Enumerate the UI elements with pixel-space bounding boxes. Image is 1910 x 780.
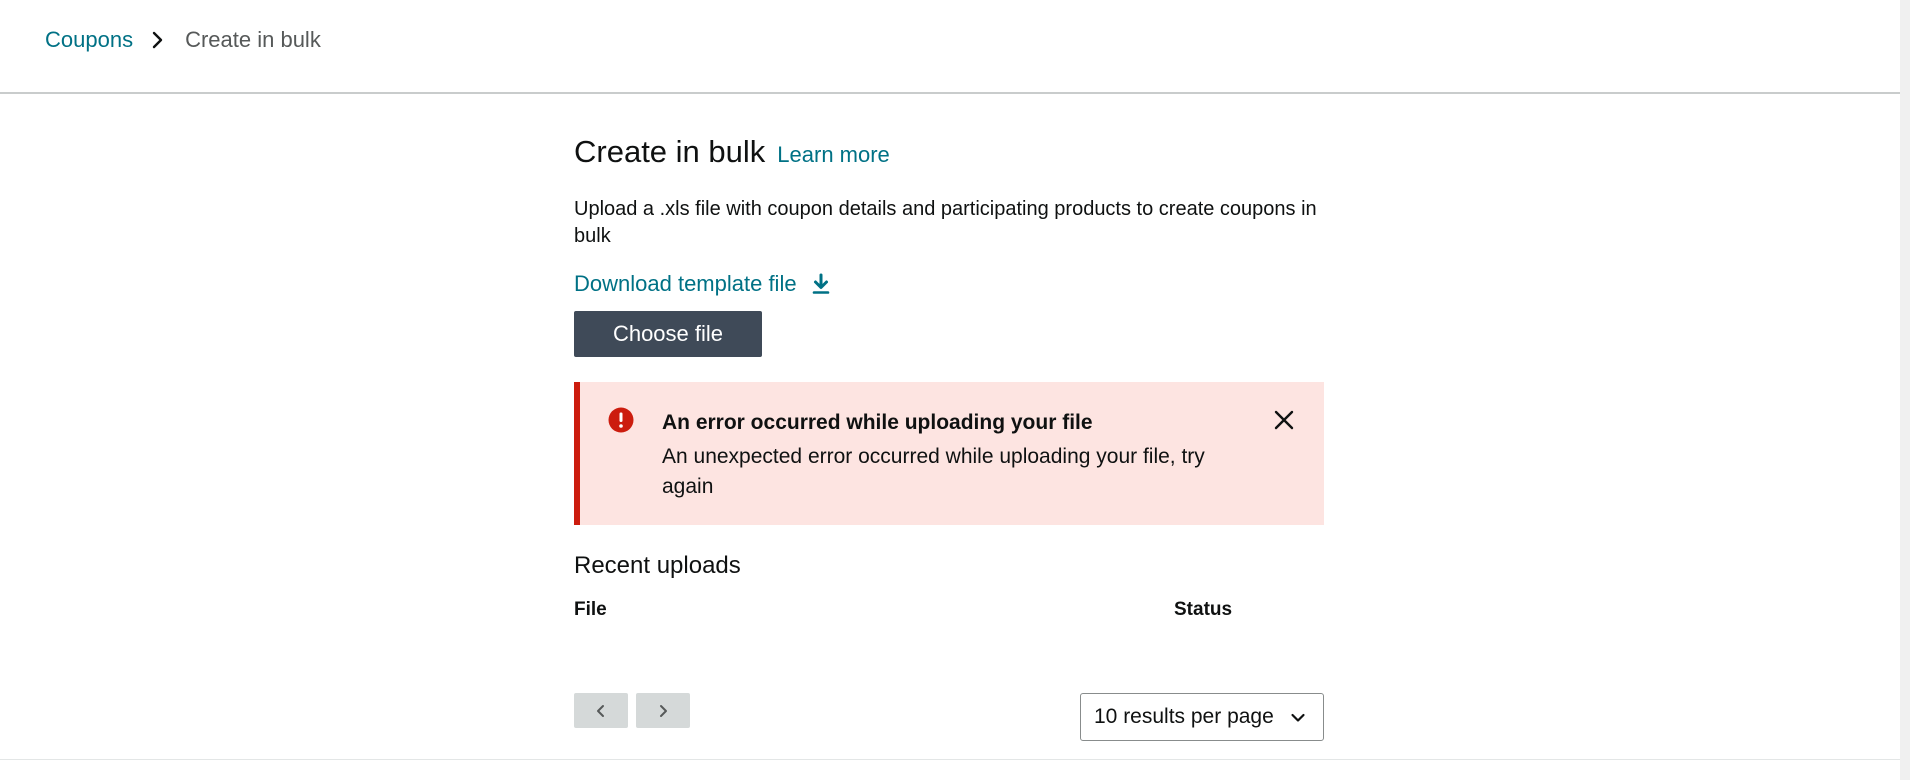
close-icon[interactable] [1272, 408, 1296, 432]
chevron-left-icon [597, 704, 604, 717]
column-header-status: Status [1174, 599, 1233, 620]
results-per-page-value: 10 results per page [1094, 705, 1274, 728]
chevron-right-icon [660, 704, 667, 717]
breadcrumb: Coupons Create in bulk [45, 25, 321, 55]
download-icon [812, 273, 829, 294]
footer-divider [0, 759, 1900, 760]
chevron-down-icon [1291, 713, 1305, 722]
choose-file-button[interactable]: Choose file [574, 311, 762, 357]
uploads-table-header: File Status [574, 599, 1324, 629]
title-row: Create in bulk Learn more [574, 128, 1324, 176]
page-scrollbar[interactable] [1900, 0, 1910, 780]
download-template-label: Download template file [574, 271, 797, 296]
next-page-button[interactable] [636, 693, 690, 728]
alert-message: An unexpected error occurred while uploa… [662, 445, 1205, 498]
results-per-page-select[interactable]: 10 results per page [1080, 693, 1324, 741]
breadcrumb-current: Create in bulk [185, 27, 321, 52]
alert-title: An error occurred while uploading your f… [662, 411, 1093, 434]
previous-page-button[interactable] [574, 693, 628, 728]
breadcrumb-coupons-link[interactable]: Coupons [45, 25, 133, 55]
main-content: Create in bulk Learn more Upload a .xls … [574, 128, 1324, 743]
recent-uploads-title: Recent uploads [574, 552, 741, 579]
page: Coupons Create in bulk Create in bulk Le… [0, 0, 1910, 780]
error-icon [608, 407, 634, 433]
page-description: Upload a .xls file with coupon details a… [574, 198, 1317, 247]
learn-more-link[interactable]: Learn more [777, 142, 890, 168]
breadcrumb-bar: Coupons Create in bulk [0, 0, 1900, 94]
pagination-row: 10 results per page [574, 693, 1324, 743]
column-header-file: File [574, 599, 607, 620]
chevron-right-icon [152, 31, 163, 49]
download-template-link[interactable]: Download template file [574, 269, 831, 299]
error-alert: An error occurred while uploading your f… [574, 382, 1324, 525]
page-title: Create in bulk [574, 134, 766, 169]
